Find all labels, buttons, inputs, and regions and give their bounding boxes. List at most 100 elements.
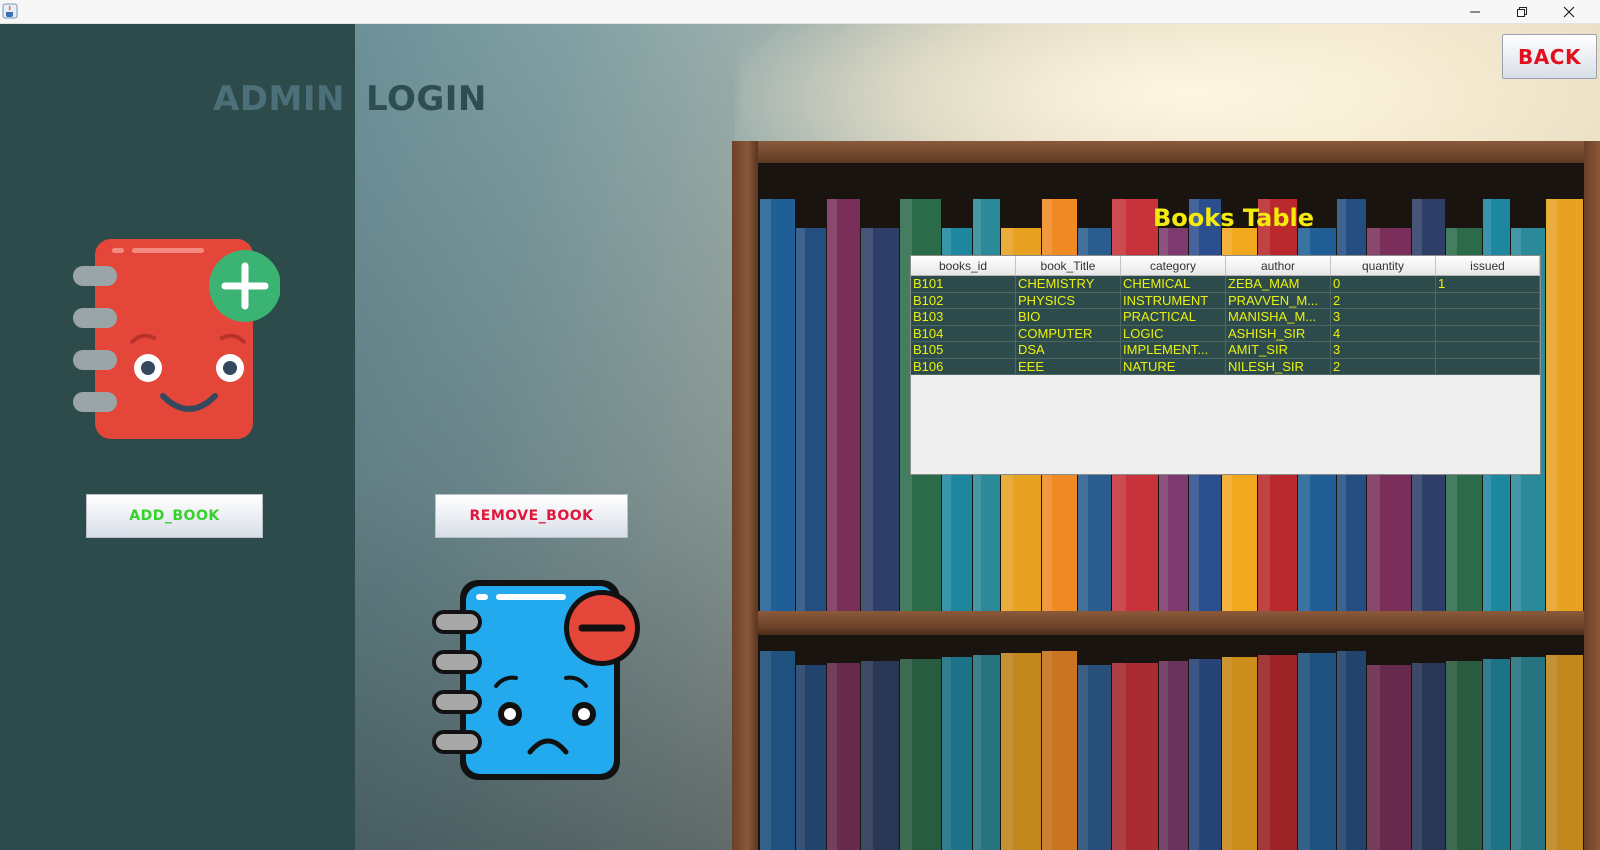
window-titlebar — [0, 0, 1600, 24]
bottom-shelf-books — [760, 651, 1584, 850]
admin-window-content: ADMIN LOGIN ADD_BOOK REMOVE_BOOK BACK Bo… — [0, 24, 1600, 850]
background-book — [760, 651, 796, 850]
table-header: books_id book_Title category author quan… — [911, 256, 1540, 276]
shelf-side-right — [1584, 141, 1600, 850]
java-cup-icon — [2, 3, 18, 19]
background-book — [1367, 664, 1411, 850]
cell-quantity: 3 — [1331, 342, 1436, 358]
background-book — [942, 656, 972, 850]
shelf-side-left — [732, 141, 758, 850]
back-button[interactable]: BACK — [1502, 34, 1597, 79]
background-book — [1189, 658, 1221, 850]
cell-issued — [1436, 342, 1540, 358]
cell-author: MANISHA_M... — [1226, 309, 1331, 325]
cell-author: ASHISH_SIR — [1226, 325, 1331, 341]
background-book — [1446, 660, 1482, 850]
column-header-book-title[interactable]: book_Title — [1016, 256, 1121, 275]
table-row[interactable]: B105 DSA IMPLEMENT... AMIT_SIR 3 — [911, 342, 1540, 359]
background-book — [1221, 656, 1258, 850]
cell-issued — [1436, 358, 1540, 374]
cell-books-id: B104 — [911, 325, 1016, 341]
column-header-books-id[interactable]: books_id — [911, 256, 1016, 275]
cell-issued: 1 — [1436, 276, 1540, 292]
remove-book-button[interactable]: REMOVE_BOOK — [435, 494, 628, 538]
heading-admin: ADMIN — [213, 79, 345, 119]
background-book — [1336, 651, 1367, 850]
background-book — [1077, 664, 1112, 850]
background-book — [760, 199, 796, 611]
background-book — [826, 199, 861, 611]
background-book — [1511, 656, 1545, 850]
books-table-title: Books Table — [1153, 204, 1315, 232]
shelf-top — [732, 141, 1600, 163]
cell-book-title: BIO — [1016, 309, 1121, 325]
cell-author: PRAVVEN_M... — [1226, 292, 1331, 308]
cell-quantity: 4 — [1331, 325, 1436, 341]
restore-icon — [1516, 3, 1528, 22]
background-book — [1411, 662, 1446, 850]
background-book — [796, 227, 826, 612]
background-book — [899, 658, 942, 850]
notebook-plus-icon — [70, 234, 281, 444]
bookshelf-background — [732, 141, 1600, 850]
minimize-icon — [1469, 3, 1481, 22]
table-row[interactable]: B106 EEE NATURE NILESH_SIR 2 — [911, 358, 1540, 375]
cell-issued — [1436, 309, 1540, 325]
heading-login: LOGIN — [366, 79, 487, 119]
restore-button[interactable] — [1499, 0, 1545, 24]
cell-books-id: B102 — [911, 292, 1016, 308]
cell-quantity: 0 — [1331, 276, 1436, 292]
shelf-board — [752, 611, 1592, 635]
column-header-author[interactable]: author — [1226, 256, 1331, 275]
cell-author: AMIT_SIR — [1226, 342, 1331, 358]
minimize-button[interactable] — [1452, 0, 1498, 24]
background-book — [1001, 653, 1041, 850]
cell-books-id: B103 — [911, 309, 1016, 325]
close-button[interactable] — [1546, 0, 1592, 24]
cell-quantity: 3 — [1331, 309, 1436, 325]
cell-book-title: COMPUTER — [1016, 325, 1121, 341]
add-book-button[interactable]: ADD_BOOK — [86, 494, 263, 538]
table-row[interactable]: B102 PHYSICS INSTRUMENT PRAVVEN_M... 2 — [911, 292, 1540, 309]
cell-quantity: 2 — [1331, 358, 1436, 374]
table-row[interactable]: B104 COMPUTER LOGIC ASHISH_SIR 4 — [911, 325, 1540, 342]
background-book — [1258, 654, 1298, 850]
cell-books-id: B101 — [911, 276, 1016, 292]
background-book — [796, 664, 826, 850]
cell-book-title: EEE — [1016, 358, 1121, 374]
cell-book-title: DSA — [1016, 342, 1121, 358]
column-header-issued[interactable]: issued — [1436, 256, 1540, 275]
background-book — [826, 662, 861, 850]
cell-category: NATURE — [1121, 358, 1226, 374]
close-icon — [1563, 3, 1575, 22]
notebook-minus-icon — [432, 574, 647, 789]
cell-category: LOGIC — [1121, 325, 1226, 341]
background-book — [1298, 653, 1336, 850]
cell-author: NILESH_SIR — [1226, 358, 1331, 374]
background-book — [1041, 651, 1077, 850]
table-row[interactable]: B103 BIO PRACTICAL MANISHA_M... 3 — [911, 309, 1540, 326]
cell-issued — [1436, 325, 1540, 341]
table-row[interactable]: B101 CHEMISTRY CHEMICAL ZEBA_MAM 0 1 — [911, 276, 1540, 293]
cell-category: CHEMICAL — [1121, 276, 1226, 292]
background-book — [1112, 662, 1158, 850]
column-header-quantity[interactable]: quantity — [1331, 256, 1436, 275]
cell-category: INSTRUMENT — [1121, 292, 1226, 308]
cell-book-title: CHEMISTRY — [1016, 276, 1121, 292]
background-book — [861, 660, 899, 850]
background-book — [1545, 199, 1583, 611]
column-header-category[interactable]: category — [1121, 256, 1226, 275]
cell-books-id: B105 — [911, 342, 1016, 358]
background-book — [1482, 658, 1511, 850]
background-book — [1545, 654, 1583, 850]
cell-books-id: B106 — [911, 358, 1016, 374]
cell-category: IMPLEMENT... — [1121, 342, 1226, 358]
cell-book-title: PHYSICS — [1016, 292, 1121, 308]
background-book — [861, 227, 899, 612]
cell-issued — [1436, 292, 1540, 308]
cell-category: PRACTICAL — [1121, 309, 1226, 325]
cell-author: ZEBA_MAM — [1226, 276, 1331, 292]
cell-quantity: 2 — [1331, 292, 1436, 308]
background-book — [972, 654, 1001, 850]
books-table[interactable]: books_id book_Title category author quan… — [910, 255, 1541, 475]
